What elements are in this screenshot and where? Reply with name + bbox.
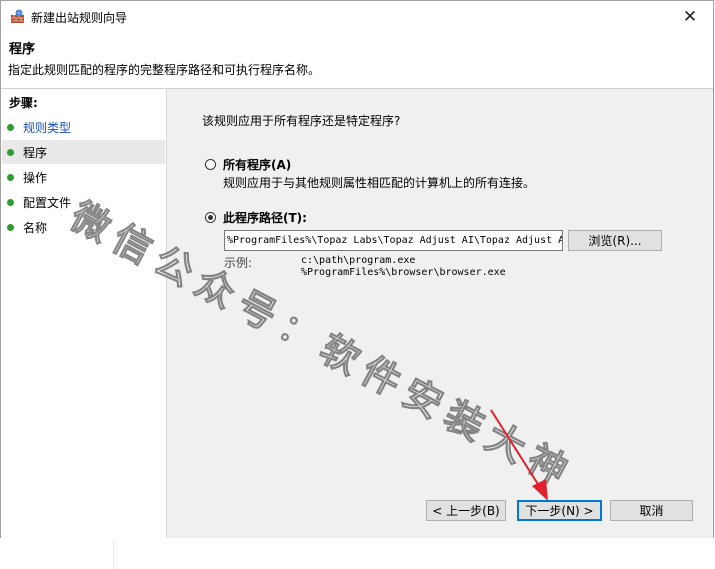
main-panel: 该规则应用于所有程序还是特定程序? 所有程序(A) 规则应用于与其他规则属性相匹… xyxy=(167,89,713,538)
steps-sidebar: 步骤: 规则类型 程序 操作 配置文件 名称 xyxy=(1,89,167,538)
background-divider xyxy=(113,540,114,569)
wizard-window: 新建出站规则向导 ✕ 程序 指定此规则匹配的程序的完整程序路径和可执行程序名称。… xyxy=(0,0,714,538)
step-dot-icon xyxy=(7,223,14,231)
example-path-line: c:\path\program.exe xyxy=(301,255,416,266)
this-program-radio[interactable] xyxy=(205,212,216,223)
back-button[interactable]: < 上一步(B) xyxy=(426,500,506,521)
steps-label: 步骤: xyxy=(9,96,38,110)
step-name: 名称 xyxy=(2,215,165,239)
this-program-option[interactable]: 此程序路径(T): xyxy=(205,209,307,226)
next-button[interactable]: 下一步(N) > xyxy=(517,500,602,521)
firewall-icon xyxy=(11,9,24,23)
step-dot-icon xyxy=(7,173,14,181)
example-path-line: %ProgramFiles%\browser\browser.exe xyxy=(301,267,506,278)
cancel-button[interactable]: 取消 xyxy=(610,500,693,521)
page-title: 程序 xyxy=(9,42,36,57)
title-bar: 新建出站规则向导 ✕ xyxy=(1,1,713,32)
step-label: 配置文件 xyxy=(23,195,72,210)
program-path-input[interactable]: %ProgramFiles%\Topaz Labs\Topaz Adjust A… xyxy=(224,230,563,251)
all-programs-label: 所有程序(A) xyxy=(223,158,292,172)
close-button[interactable]: ✕ xyxy=(667,1,713,32)
step-label: 程序 xyxy=(23,145,48,160)
this-program-label: 此程序路径(T): xyxy=(223,211,307,225)
browse-button[interactable]: 浏览(R)... xyxy=(568,230,662,251)
scope-question: 该规则应用于所有程序还是特定程序? xyxy=(202,114,401,128)
step-label: 名称 xyxy=(23,220,48,235)
all-programs-option[interactable]: 所有程序(A) xyxy=(205,156,291,173)
step-program: 程序 xyxy=(2,140,165,164)
step-action: 操作 xyxy=(2,165,165,189)
page-header: 程序 指定此规则匹配的程序的完整程序路径和可执行程序名称。 xyxy=(1,32,713,88)
all-programs-description: 规则应用于与其他规则属性相匹配的计算机上的所有连接。 xyxy=(223,176,536,190)
window-title: 新建出站规则向导 xyxy=(31,11,128,25)
step-label: 操作 xyxy=(23,170,48,185)
step-label: 规则类型 xyxy=(23,120,72,135)
close-icon: ✕ xyxy=(682,6,698,27)
example-label: 示例: xyxy=(224,256,253,270)
step-rule-type[interactable]: 规则类型 xyxy=(2,115,165,139)
example-paths: c:\path\program.exe %ProgramFiles%\brows… xyxy=(301,255,506,279)
step-dot-icon xyxy=(7,148,14,156)
page-description: 指定此规则匹配的程序的完整程序路径和可执行程序名称。 xyxy=(8,63,321,77)
step-dot-icon xyxy=(7,123,14,131)
step-profile: 配置文件 xyxy=(2,190,165,214)
all-programs-radio[interactable] xyxy=(205,159,216,170)
step-dot-icon xyxy=(7,198,14,206)
